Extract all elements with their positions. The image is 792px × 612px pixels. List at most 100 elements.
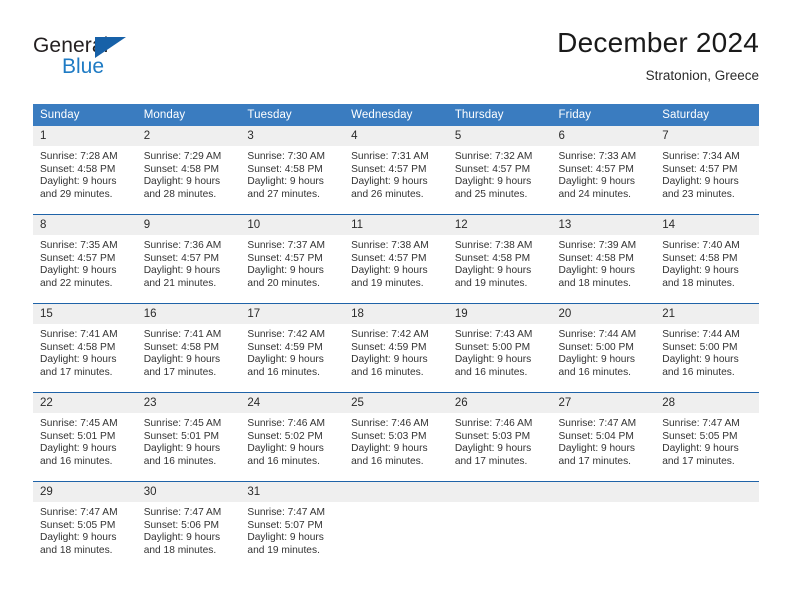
day-details: Sunrise: 7:41 AM Sunset: 4:58 PM Dayligh…	[137, 324, 241, 379]
sunset-text: Sunset: 4:59 PM	[351, 341, 427, 353]
calendar-day-cell[interactable]: 23 Sunrise: 7:45 AM Sunset: 5:01 PM Dayl…	[136, 392, 241, 482]
sunrise-text: Sunrise: 7:45 AM	[143, 418, 222, 429]
sunrise-text: Sunrise: 7:47 AM	[558, 418, 637, 429]
sunset-text: Sunset: 5:00 PM	[558, 341, 634, 353]
daylight-text-line2: and 18 minutes.	[40, 544, 113, 556]
daylight-text-line2: and 16 minutes.	[247, 366, 320, 378]
calendar-day-cell[interactable]: 6 Sunrise: 7:33 AM Sunset: 4:57 PM Dayli…	[551, 126, 656, 215]
calendar-day-cell[interactable]: 30 Sunrise: 7:47 AM Sunset: 5:06 PM Dayl…	[136, 481, 241, 570]
calendar-day-cell[interactable]: 17 Sunrise: 7:42 AM Sunset: 4:59 PM Dayl…	[240, 303, 345, 393]
daylight-text-line1: Daylight: 9 hours	[247, 354, 324, 366]
calendar-day-cell[interactable]: 27 Sunrise: 7:47 AM Sunset: 5:04 PM Dayl…	[551, 392, 656, 482]
calendar-day-cell[interactable]: 2 Sunrise: 7:29 AM Sunset: 4:58 PM Dayli…	[136, 126, 241, 215]
daylight-text-line1: Daylight: 9 hours	[558, 176, 635, 188]
sunset-text: Sunset: 4:58 PM	[247, 163, 323, 175]
calendar-day-cell[interactable]: 14 Sunrise: 7:40 AM Sunset: 4:58 PM Dayl…	[655, 214, 759, 304]
calendar-day-cell[interactable]: 28 Sunrise: 7:47 AM Sunset: 5:05 PM Dayl…	[655, 392, 759, 482]
sunrise-text: Sunrise: 7:34 AM	[662, 151, 740, 162]
calendar-day-cell[interactable]: 7 Sunrise: 7:34 AM Sunset: 4:57 PM Dayli…	[655, 126, 759, 215]
daylight-text-line2: and 17 minutes.	[143, 366, 217, 378]
calendar-day-cell[interactable]: 20 Sunrise: 7:44 AM Sunset: 5:00 PM Dayl…	[551, 303, 656, 393]
calendar-day-cell[interactable]: 12 Sunrise: 7:38 AM Sunset: 4:58 PM Dayl…	[447, 214, 552, 304]
calendar-day-cell[interactable]: 11 Sunrise: 7:38 AM Sunset: 4:57 PM Dayl…	[344, 214, 448, 304]
daylight-text-line1: Daylight: 9 hours	[40, 443, 117, 455]
daylight-text-line1: Daylight: 9 hours	[454, 265, 532, 277]
calendar-day-cell[interactable]: 16 Sunrise: 7:41 AM Sunset: 4:58 PM Dayl…	[136, 303, 241, 393]
title-block: December 2024 Stratonion, Greece	[557, 26, 759, 86]
day-details: Sunrise: 7:32 AM Sunset: 4:57 PM Dayligh…	[448, 146, 552, 201]
day-details: Sunrise: 7:29 AM Sunset: 4:58 PM Dayligh…	[137, 146, 241, 201]
sunrise-text: Sunrise: 7:38 AM	[351, 240, 429, 251]
day-details: Sunrise: 7:46 AM Sunset: 5:03 PM Dayligh…	[448, 413, 552, 468]
calendar-day-cell[interactable]: 31 Sunrise: 7:47 AM Sunset: 5:07 PM Dayl…	[240, 481, 345, 570]
sunset-text: Sunset: 4:57 PM	[247, 252, 323, 264]
sunset-text: Sunset: 5:00 PM	[662, 341, 738, 353]
sunrise-text: Sunrise: 7:47 AM	[247, 507, 325, 518]
sunset-text: Sunset: 4:57 PM	[351, 163, 427, 175]
day-number: 2	[136, 126, 241, 146]
sunset-text: Sunset: 5:05 PM	[662, 430, 738, 442]
daylight-text-line2: and 29 minutes.	[40, 188, 113, 200]
daylight-text-line1: Daylight: 9 hours	[662, 265, 739, 277]
daylight-text-line2: and 16 minutes.	[351, 366, 424, 378]
day-details: Sunrise: 7:47 AM Sunset: 5:07 PM Dayligh…	[240, 502, 344, 557]
calendar-day-cell[interactable]: 21 Sunrise: 7:44 AM Sunset: 5:00 PM Dayl…	[655, 303, 759, 393]
sunrise-text: Sunrise: 7:36 AM	[143, 240, 222, 251]
page-header: General Blue December 2024 Stratonion, G…	[33, 26, 759, 98]
day-details: Sunrise: 7:31 AM Sunset: 4:57 PM Dayligh…	[344, 146, 448, 201]
sunrise-text: Sunrise: 7:32 AM	[454, 151, 533, 162]
calendar-day-cell-empty	[344, 481, 448, 570]
calendar-body: 1 Sunrise: 7:28 AM Sunset: 4:58 PM Dayli…	[33, 126, 759, 570]
day-details: Sunrise: 7:33 AM Sunset: 4:57 PM Dayligh…	[552, 146, 656, 201]
day-number: 4	[344, 126, 448, 146]
daylight-text-line2: and 16 minutes.	[40, 455, 113, 467]
calendar-day-cell[interactable]: 3 Sunrise: 7:30 AM Sunset: 4:58 PM Dayli…	[240, 126, 345, 215]
sunset-text: Sunset: 5:03 PM	[454, 430, 531, 442]
day-details: Sunrise: 7:35 AM Sunset: 4:57 PM Dayligh…	[33, 235, 137, 290]
sunrise-text: Sunrise: 7:41 AM	[40, 329, 118, 340]
sunset-text: Sunset: 4:58 PM	[662, 252, 738, 264]
calendar-day-cell[interactable]: 26 Sunrise: 7:46 AM Sunset: 5:03 PM Dayl…	[447, 392, 552, 482]
weekday-header-saturday: Saturday	[655, 104, 759, 126]
calendar-day-cell[interactable]: 18 Sunrise: 7:42 AM Sunset: 4:59 PM Dayl…	[344, 303, 448, 393]
sunrise-text: Sunrise: 7:43 AM	[454, 329, 533, 340]
calendar-day-cell[interactable]: 15 Sunrise: 7:41 AM Sunset: 4:58 PM Dayl…	[33, 303, 137, 393]
sunrise-text: Sunrise: 7:44 AM	[558, 329, 637, 340]
day-number: 10	[240, 215, 345, 235]
daylight-text-line1: Daylight: 9 hours	[143, 443, 221, 455]
weekday-header-wednesday: Wednesday	[344, 104, 448, 126]
day-number: 1	[33, 126, 137, 146]
day-details: Sunrise: 7:47 AM Sunset: 5:06 PM Dayligh…	[137, 502, 241, 557]
day-number: 11	[344, 215, 448, 235]
calendar-day-cell[interactable]: 5 Sunrise: 7:32 AM Sunset: 4:57 PM Dayli…	[447, 126, 552, 215]
calendar-day-cell[interactable]: 24 Sunrise: 7:46 AM Sunset: 5:02 PM Dayl…	[240, 392, 345, 482]
calendar-day-cell[interactable]: 25 Sunrise: 7:46 AM Sunset: 5:03 PM Dayl…	[344, 392, 448, 482]
sunrise-text: Sunrise: 7:42 AM	[247, 329, 325, 340]
calendar-day-cell[interactable]: 10 Sunrise: 7:37 AM Sunset: 4:57 PM Dayl…	[240, 214, 345, 304]
general-blue-logo[interactable]: General Blue	[33, 34, 213, 90]
calendar-day-cell-empty	[551, 481, 656, 570]
day-details: Sunrise: 7:28 AM Sunset: 4:58 PM Dayligh…	[33, 146, 137, 201]
calendar-header-row: Sunday Monday Tuesday Wednesday Thursday…	[33, 104, 759, 126]
calendar-day-cell[interactable]: 22 Sunrise: 7:45 AM Sunset: 5:01 PM Dayl…	[33, 392, 137, 482]
calendar-day-cell[interactable]: 4 Sunrise: 7:31 AM Sunset: 4:57 PM Dayli…	[344, 126, 448, 215]
day-number: 14	[655, 215, 759, 235]
calendar-day-cell[interactable]: 8 Sunrise: 7:35 AM Sunset: 4:57 PM Dayli…	[33, 214, 137, 304]
calendar-day-cell[interactable]: 9 Sunrise: 7:36 AM Sunset: 4:57 PM Dayli…	[136, 214, 241, 304]
day-details: Sunrise: 7:38 AM Sunset: 4:57 PM Dayligh…	[344, 235, 448, 290]
sunrise-text: Sunrise: 7:38 AM	[454, 240, 533, 251]
sunset-text: Sunset: 4:57 PM	[454, 163, 531, 175]
day-number: 17	[240, 304, 345, 324]
calendar-day-cell[interactable]: 29 Sunrise: 7:47 AM Sunset: 5:05 PM Dayl…	[33, 481, 137, 570]
daylight-text-line1: Daylight: 9 hours	[662, 443, 739, 455]
day-details: Sunrise: 7:40 AM Sunset: 4:58 PM Dayligh…	[655, 235, 759, 290]
sunrise-text: Sunrise: 7:33 AM	[558, 151, 637, 162]
daylight-text-line1: Daylight: 9 hours	[454, 176, 532, 188]
daylight-text-line1: Daylight: 9 hours	[351, 176, 428, 188]
daylight-text-line1: Daylight: 9 hours	[247, 443, 324, 455]
calendar-day-cell[interactable]: 19 Sunrise: 7:43 AM Sunset: 5:00 PM Dayl…	[447, 303, 552, 393]
calendar-day-cell[interactable]: 1 Sunrise: 7:28 AM Sunset: 4:58 PM Dayli…	[33, 126, 137, 215]
daylight-text-line1: Daylight: 9 hours	[662, 176, 739, 188]
calendar-day-cell[interactable]: 13 Sunrise: 7:39 AM Sunset: 4:58 PM Dayl…	[551, 214, 656, 304]
day-number	[447, 482, 552, 502]
